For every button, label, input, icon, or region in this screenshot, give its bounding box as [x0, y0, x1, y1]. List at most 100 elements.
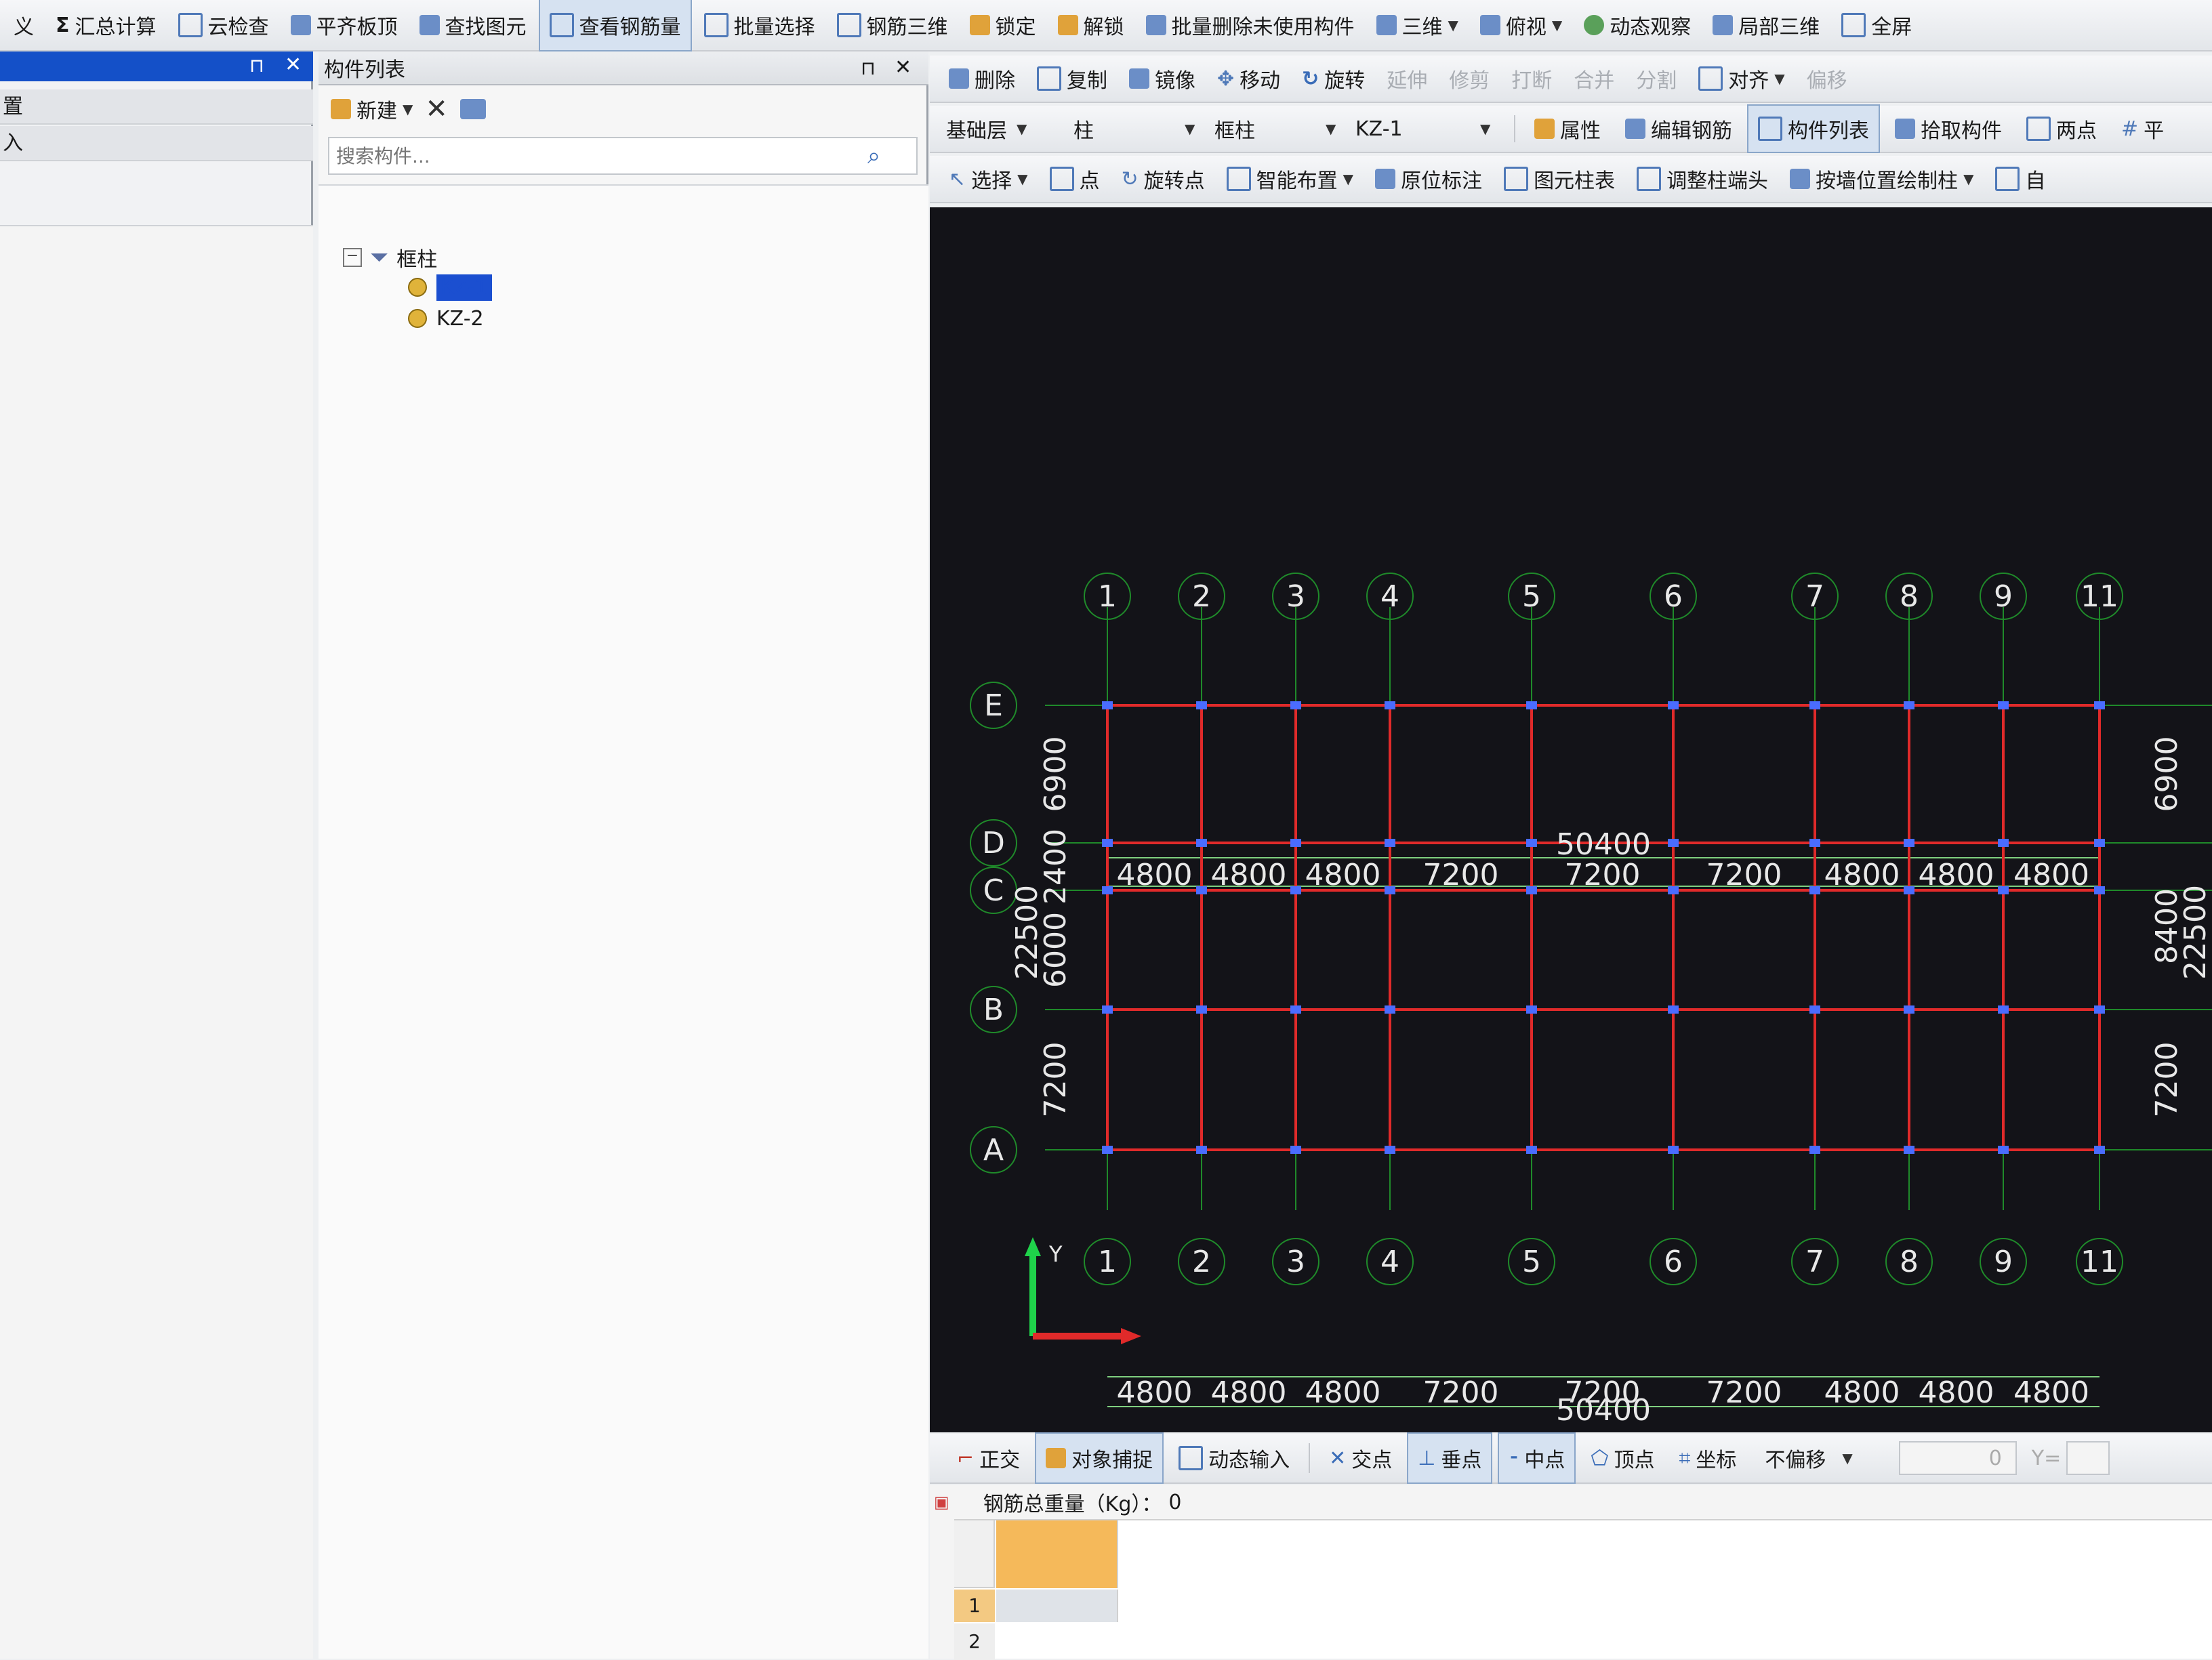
batch-delete-unused-button[interactable]: 批量删除未使用构件 — [1136, 0, 1364, 50]
chevron-down-icon: ▼ — [1963, 171, 1974, 187]
top-view-button[interactable]: 俯视 ▼ — [1471, 0, 1572, 50]
coordinate-snap-toggle[interactable]: ⌗ 坐标 — [1670, 1434, 1746, 1482]
align-icon — [1698, 66, 1723, 91]
rotate-button[interactable]: ↻ 旋转 — [1292, 56, 1374, 102]
midpoint-snap-toggle[interactable]: ⁃ 中点 — [1498, 1432, 1576, 1484]
search-icon[interactable]: ⌕ — [867, 142, 880, 169]
grid-y-label: B — [983, 993, 1004, 1027]
dynamic-input-toggle[interactable]: 动态输入 — [1169, 1434, 1299, 1482]
type-select[interactable]: 框柱 ▼ — [1214, 114, 1350, 144]
extend-button[interactable]: 延伸 — [1377, 56, 1437, 102]
selector-bar: 基础层 ▼ 柱 ▼ 框柱 ▼ KZ-1 ▼ 属性 编辑钢筋 构件列表 拾取构件 两点 #… — [930, 104, 2212, 153]
left-panel-row[interactable]: 置 — [0, 89, 313, 125]
smart-layout-button[interactable]: 智能布置 ▼ — [1217, 156, 1363, 202]
search-input[interactable] — [329, 138, 853, 173]
move-button[interactable]: ✥ 移动 — [1208, 56, 1290, 102]
left-panel-row[interactable]: 入 — [0, 126, 313, 161]
floor-plan-drawing[interactable]: 1122334455667788991111EDCBA4800 4800 4800 7… — [930, 207, 2212, 1432]
split-button[interactable]: 分割 — [1626, 56, 1686, 102]
adjust-column-end-button[interactable]: 调整柱端头 — [1627, 156, 1778, 202]
align-button[interactable]: 对齐 ▼ — [1689, 56, 1794, 102]
column-marker — [2094, 1005, 2105, 1014]
toolbar-item-define[interactable]: 义 — [4, 0, 43, 50]
edit-rebar-button[interactable]: 编辑钢筋 — [1616, 106, 1742, 152]
cloud-check-button[interactable]: 云检查 — [169, 0, 279, 50]
binoculars-icon — [419, 15, 440, 35]
align-slab-top-button[interactable]: 平齐板顶 — [281, 0, 407, 50]
intersection-snap-toggle[interactable]: ✕ 交点 — [1319, 1434, 1401, 1482]
grid-header-cell[interactable] — [996, 1520, 1118, 1588]
delete-icon[interactable]: ✕ — [425, 94, 448, 125]
properties-button[interactable]: 属性 — [1525, 106, 1610, 152]
delete-button[interactable]: 删除 — [939, 56, 1025, 102]
unlock-button[interactable]: 解锁 — [1048, 0, 1134, 50]
pin-icon[interactable]: ⊓ — [249, 54, 264, 77]
tree-item[interactable]: KZ-1 — [408, 274, 492, 301]
in-place-annotation-button[interactable]: 原位标注 — [1366, 156, 1492, 202]
column-marker — [1385, 886, 1395, 894]
find-element-button[interactable]: 查找图元 — [410, 0, 536, 50]
new-button[interactable]: 新建 ▼ — [331, 94, 413, 124]
break-button[interactable]: 打断 — [1502, 56, 1561, 102]
pick-component-button[interactable]: 拾取构件 — [1885, 106, 2011, 152]
summary-calc-button[interactable]: Σ 汇总计算 — [46, 0, 166, 50]
component-list-button[interactable]: 构件列表 — [1747, 104, 1880, 153]
y-axis-arrowhead — [1025, 1237, 1041, 1256]
mirror-button[interactable]: 镜像 — [1120, 56, 1205, 102]
column-marker — [1668, 701, 1679, 709]
y-input[interactable] — [2066, 1441, 2110, 1475]
snap-icon — [1046, 1448, 1067, 1468]
column-marker — [1526, 886, 1537, 894]
floor-select[interactable]: 基础层 ▼ — [946, 114, 1068, 144]
rotate-icon: ↻ — [1121, 167, 1139, 191]
rebar-3d-button[interactable]: 钢筋三维 — [827, 0, 958, 50]
parallel-button[interactable]: # 平 — [2112, 106, 2173, 152]
column-table-button[interactable]: 图元柱表 — [1494, 156, 1624, 202]
x-input[interactable]: 0 — [1898, 1441, 2017, 1475]
vertex-snap-toggle[interactable]: ⬠ 顶点 — [1581, 1434, 1664, 1482]
column-marker — [1668, 1146, 1679, 1154]
object-snap-toggle[interactable]: 对象捕捉 — [1035, 1432, 1164, 1484]
draw-by-wall-button[interactable]: 按墙位置绘制柱 ▼ — [1780, 156, 1983, 202]
column-marker — [2094, 701, 2105, 709]
pin-icon[interactable]: ⊓ — [861, 57, 876, 79]
drawing-canvas[interactable]: 1 1 2 2 3 3 4 4 5 5 6 6 7 7 8 8 9 9 11 11 E D C B A 4800 4800 4800 7… — [930, 207, 2212, 1432]
close-icon[interactable]: ✕ — [285, 53, 302, 77]
dynamic-orbit-button[interactable]: 动态观察 — [1574, 0, 1700, 50]
perpendicular-snap-toggle[interactable]: ⊥ 垂点 — [1407, 1432, 1493, 1484]
cursor-icon: ↖ — [949, 167, 966, 191]
tree-item[interactable]: KZ-2 — [408, 305, 484, 332]
collapse-icon[interactable]: − — [343, 248, 362, 267]
fullscreen-button[interactable]: 全屏 — [1832, 0, 1921, 50]
rotate-point-button[interactable]: ↻ 旋转点 — [1112, 156, 1214, 202]
3d-view-button[interactable]: 三维 ▼ — [1367, 0, 1468, 50]
close-icon[interactable]: ▣ — [934, 1493, 949, 1512]
component-select[interactable]: KZ-1 ▼ — [1355, 117, 1504, 141]
coordinate-icon: ⌗ — [1679, 1446, 1691, 1470]
trim-button[interactable]: 修剪 — [1439, 56, 1499, 102]
category-select[interactable]: 柱 ▼ — [1073, 114, 1209, 144]
row-number: 1 — [954, 1590, 995, 1622]
batch-select-button[interactable]: 批量选择 — [695, 0, 825, 50]
merge-button[interactable]: 合并 — [1564, 56, 1624, 102]
close-icon[interactable]: ✕ — [895, 56, 912, 79]
auto-button[interactable]: 自 — [1986, 156, 2055, 202]
select-button[interactable]: ↖ 选择 ▼ — [939, 156, 1038, 202]
chevron-down-icon: ▼ — [1448, 17, 1458, 33]
y-label: Y= — [2031, 1446, 2062, 1470]
tree-root[interactable]: − ⏷ 框柱 — [343, 244, 437, 272]
lock-button[interactable]: 锁定 — [960, 0, 1046, 50]
offset-button[interactable]: 偏移 — [1797, 56, 1857, 102]
grid-cell[interactable] — [996, 1590, 1118, 1622]
view-rebar-quantity-button[interactable]: 查看钢筋量 — [538, 0, 692, 51]
point-button[interactable]: 点 — [1040, 156, 1109, 202]
batch-delete-icon — [1145, 15, 1166, 35]
offset-mode-select[interactable]: 不偏移 ▼ — [1765, 1443, 1852, 1473]
two-points-button[interactable]: 两点 — [2017, 106, 2106, 152]
copy-icon[interactable] — [459, 99, 486, 119]
orbit-icon — [1584, 15, 1605, 35]
ortho-toggle[interactable]: ⌐ 正交 — [947, 1434, 1029, 1482]
chevron-down-icon: ▼ — [1343, 171, 1354, 187]
local-3d-button[interactable]: 局部三维 — [1703, 0, 1829, 50]
copy-button[interactable]: 复制 — [1027, 56, 1117, 102]
